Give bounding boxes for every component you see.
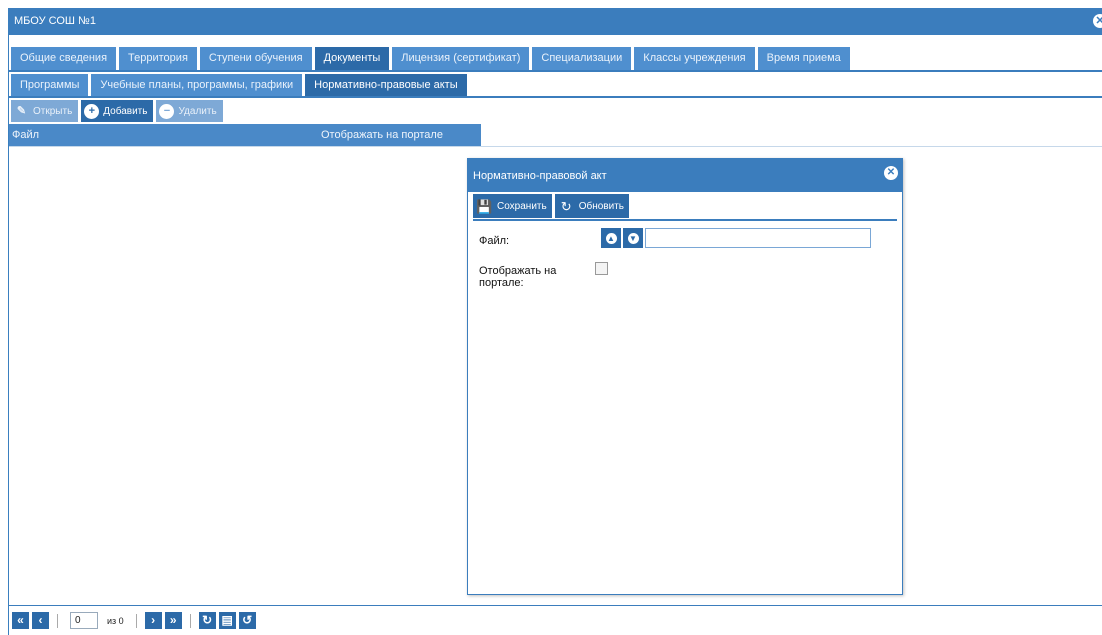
refresh-button-label: Обновить: [578, 200, 624, 212]
tab-levels[interactable]: Ступени обучения: [199, 47, 312, 70]
first-page-icon[interactable]: «: [12, 612, 29, 629]
plus-icon: +: [84, 103, 100, 119]
column-header-show-on-portal[interactable]: Отображать на портале: [318, 124, 481, 146]
delete-button-label: Удалить: [178, 105, 217, 117]
download-icon: ▼: [627, 233, 639, 245]
save-button[interactable]: 💾 Сохранить: [473, 194, 552, 218]
window-titlebar: МБОУ СОШ №1 ✕: [9, 8, 1102, 35]
window-title: МБОУ СОШ №1: [14, 15, 96, 27]
column-header-file[interactable]: Файл: [9, 124, 319, 146]
prev-page-icon[interactable]: ‹: [32, 612, 49, 629]
subtab-curricula[interactable]: Учебные планы, программы, графики: [91, 74, 303, 96]
refresh-icon[interactable]: ↻: [198, 612, 216, 629]
print-icon[interactable]: ▤: [218, 612, 236, 629]
add-button-label: Добавить: [103, 105, 148, 117]
close-icon[interactable]: ✕: [884, 166, 898, 180]
tab-specializations[interactable]: Специализации: [532, 47, 632, 70]
upload-icon: ▲: [605, 233, 617, 245]
page-number-input[interactable]: 0: [70, 612, 98, 629]
show-on-portal-checkbox[interactable]: [595, 262, 608, 275]
tab-admission-time[interactable]: Время приема: [757, 47, 850, 70]
main-tabs: Общие сведения Территория Ступени обучен…: [9, 39, 1102, 72]
legal-act-dialog: Нормативно-правовой акт ✕ 💾 Сохранить ↻ …: [467, 158, 903, 595]
dialog-title: Нормативно-правовой акт: [473, 170, 607, 182]
refresh-icon: ↻: [560, 198, 572, 214]
download-button[interactable]: ▼: [623, 228, 643, 248]
subtab-legal-acts[interactable]: Нормативно-правовые акты: [305, 74, 467, 96]
pager-separator: [189, 613, 191, 628]
edit-icon: ✎: [16, 104, 27, 117]
pager-separator: [57, 613, 58, 628]
tab-license[interactable]: Лицензия (сертификат): [392, 47, 530, 70]
pager-separator: [135, 613, 137, 628]
tab-territory[interactable]: Территория: [119, 47, 197, 70]
tab-documents[interactable]: Документы: [314, 47, 390, 70]
open-button-label: Открыть: [33, 105, 73, 117]
sub-tabs: Программы Учебные планы, программы, граф…: [9, 71, 1102, 98]
dialog-toolbar: 💾 Сохранить ↻ Обновить: [473, 194, 629, 218]
open-button[interactable]: ✎ Открыть: [11, 100, 79, 122]
last-page-icon[interactable]: »: [164, 612, 182, 629]
tab-classes[interactable]: Классы учреждения: [634, 47, 755, 70]
refresh-button[interactable]: ↻ Обновить: [554, 194, 629, 218]
save-button-label: Сохранить: [497, 200, 547, 212]
pager: « ‹ 0 из 0 › » ↻ ▤ ↺: [9, 605, 1102, 635]
subtab-programs[interactable]: Программы: [11, 74, 89, 96]
dialog-titlebar: Нормативно-правовой акт ✕: [468, 159, 902, 192]
tab-general[interactable]: Общие сведения: [11, 47, 117, 70]
page-count-label: из 0: [107, 615, 124, 626]
grid-toolbar: ✎ Открыть + Добавить − Удалить: [11, 100, 223, 122]
show-on-portal-label: Отображать на портале:: [479, 265, 557, 289]
close-icon[interactable]: ✕: [1093, 14, 1102, 28]
file-field-label: Файл:: [479, 235, 510, 247]
toolbar-divider: [473, 219, 897, 221]
file-input[interactable]: [645, 228, 871, 248]
delete-button[interactable]: − Удалить: [156, 100, 223, 122]
minus-icon: −: [159, 103, 175, 119]
reset-icon[interactable]: ↺: [238, 612, 256, 629]
upload-button[interactable]: ▲: [601, 228, 621, 248]
next-page-icon[interactable]: ›: [144, 612, 162, 629]
add-button[interactable]: + Добавить: [81, 100, 154, 122]
grid-header: Файл Отображать на портале: [9, 124, 1102, 147]
save-icon: 💾: [476, 198, 493, 214]
